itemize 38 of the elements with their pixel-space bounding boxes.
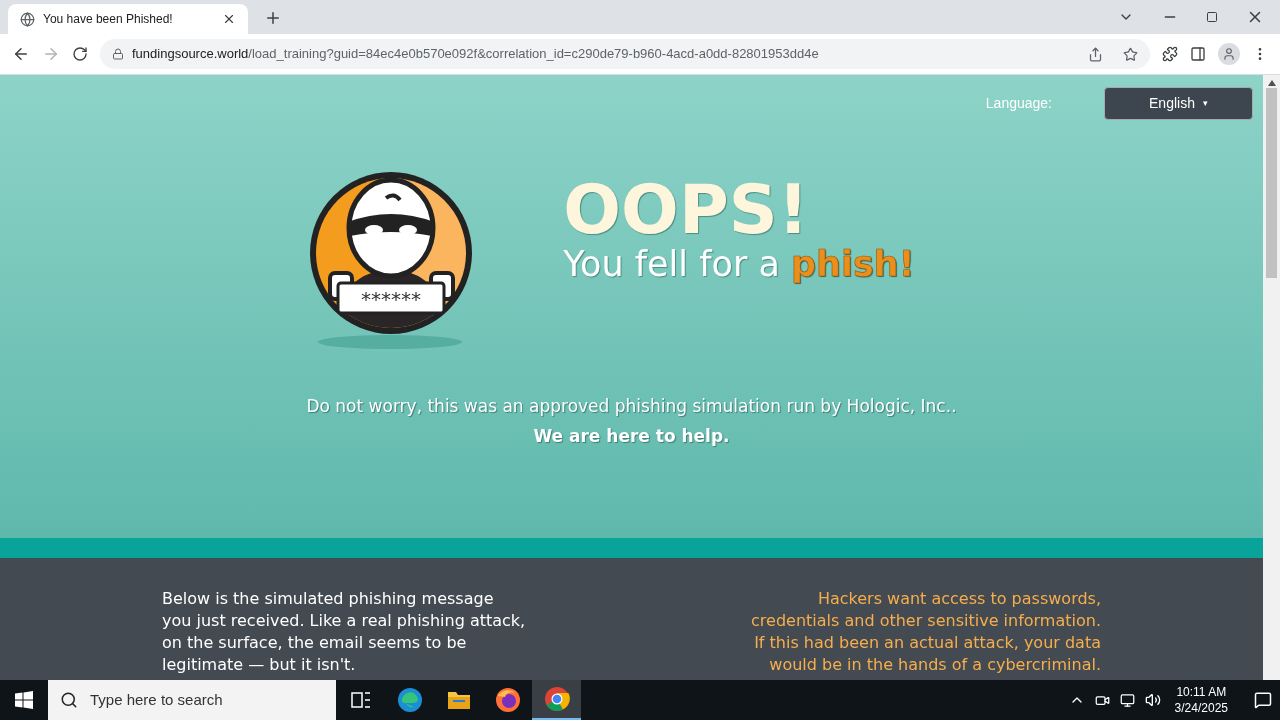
task-view-icon	[349, 690, 372, 710]
chrome-icon	[543, 686, 570, 712]
side-panel-icon[interactable]	[1190, 46, 1206, 62]
simulated-message-intro: Below is the simulated phishing message you just received. Like a real phishing attack, on the surface, the email seems to be legitimate — but it isn't.	[162, 588, 526, 676]
reload-icon[interactable]	[72, 46, 88, 62]
extensions-icon[interactable]	[1162, 46, 1178, 62]
search-icon	[60, 691, 78, 709]
edge-icon	[396, 687, 423, 713]
oops-headline: OOPS!	[563, 174, 810, 246]
scrollbar-thumb[interactable]	[1266, 88, 1277, 278]
volume-icon[interactable]	[1144, 692, 1161, 708]
browser-tab[interactable]: You have been Phished!	[8, 4, 248, 34]
hackers-warning: Hackers want access to passwords, credentials and other sensitive information. If this had been an actual attack, your data would be in the hands of a cybercriminal.	[751, 588, 1101, 676]
scroll-up-icon[interactable]	[1267, 80, 1276, 86]
language-label: Language:	[985, 94, 1052, 113]
bookmark-star-icon[interactable]	[1123, 46, 1138, 62]
lock-icon	[112, 48, 124, 60]
back-icon[interactable]	[12, 45, 30, 63]
taskbar-app[interactable]	[532, 680, 581, 720]
phish-subheadline: You fell for a phish!	[563, 246, 915, 282]
language-dropdown[interactable]: English ▾	[1104, 87, 1253, 120]
share-icon[interactable]	[1088, 46, 1103, 62]
firefox-icon	[494, 687, 521, 713]
restore-icon[interactable]	[1206, 11, 1218, 23]
clock[interactable]: 10:11 AM 3/24/2025	[1170, 684, 1232, 716]
new-tab-icon[interactable]	[264, 9, 282, 27]
url-text: fundingsource.world/load_training?guid=84ec4e0b570e092f&correlation_id=c290de79-b960-4acd-a0dd-82801953dd4e	[132, 45, 820, 64]
close-icon[interactable]	[222, 12, 236, 26]
notifications-icon[interactable]	[1254, 691, 1272, 709]
scrollbar[interactable]	[1263, 75, 1280, 680]
address-bar[interactable]: fundingsource.world/load_training?guid=84ec4e0b570e092f&correlation_id=c290de79-b960-4acd-a0dd-82801953dd4e	[100, 39, 1150, 69]
folder-icon	[446, 689, 471, 711]
taskbar-search-field[interactable]: Type here to search	[48, 680, 336, 720]
tab-title: You have been Phished!	[43, 11, 174, 28]
simulation-notice: Do not worry, this was an approved phishing simulation run by Hologic, Inc..	[306, 395, 957, 418]
help-message: We are here to help.	[533, 424, 730, 448]
globe-icon	[20, 11, 35, 27]
profile-icon[interactable]	[1218, 43, 1240, 65]
